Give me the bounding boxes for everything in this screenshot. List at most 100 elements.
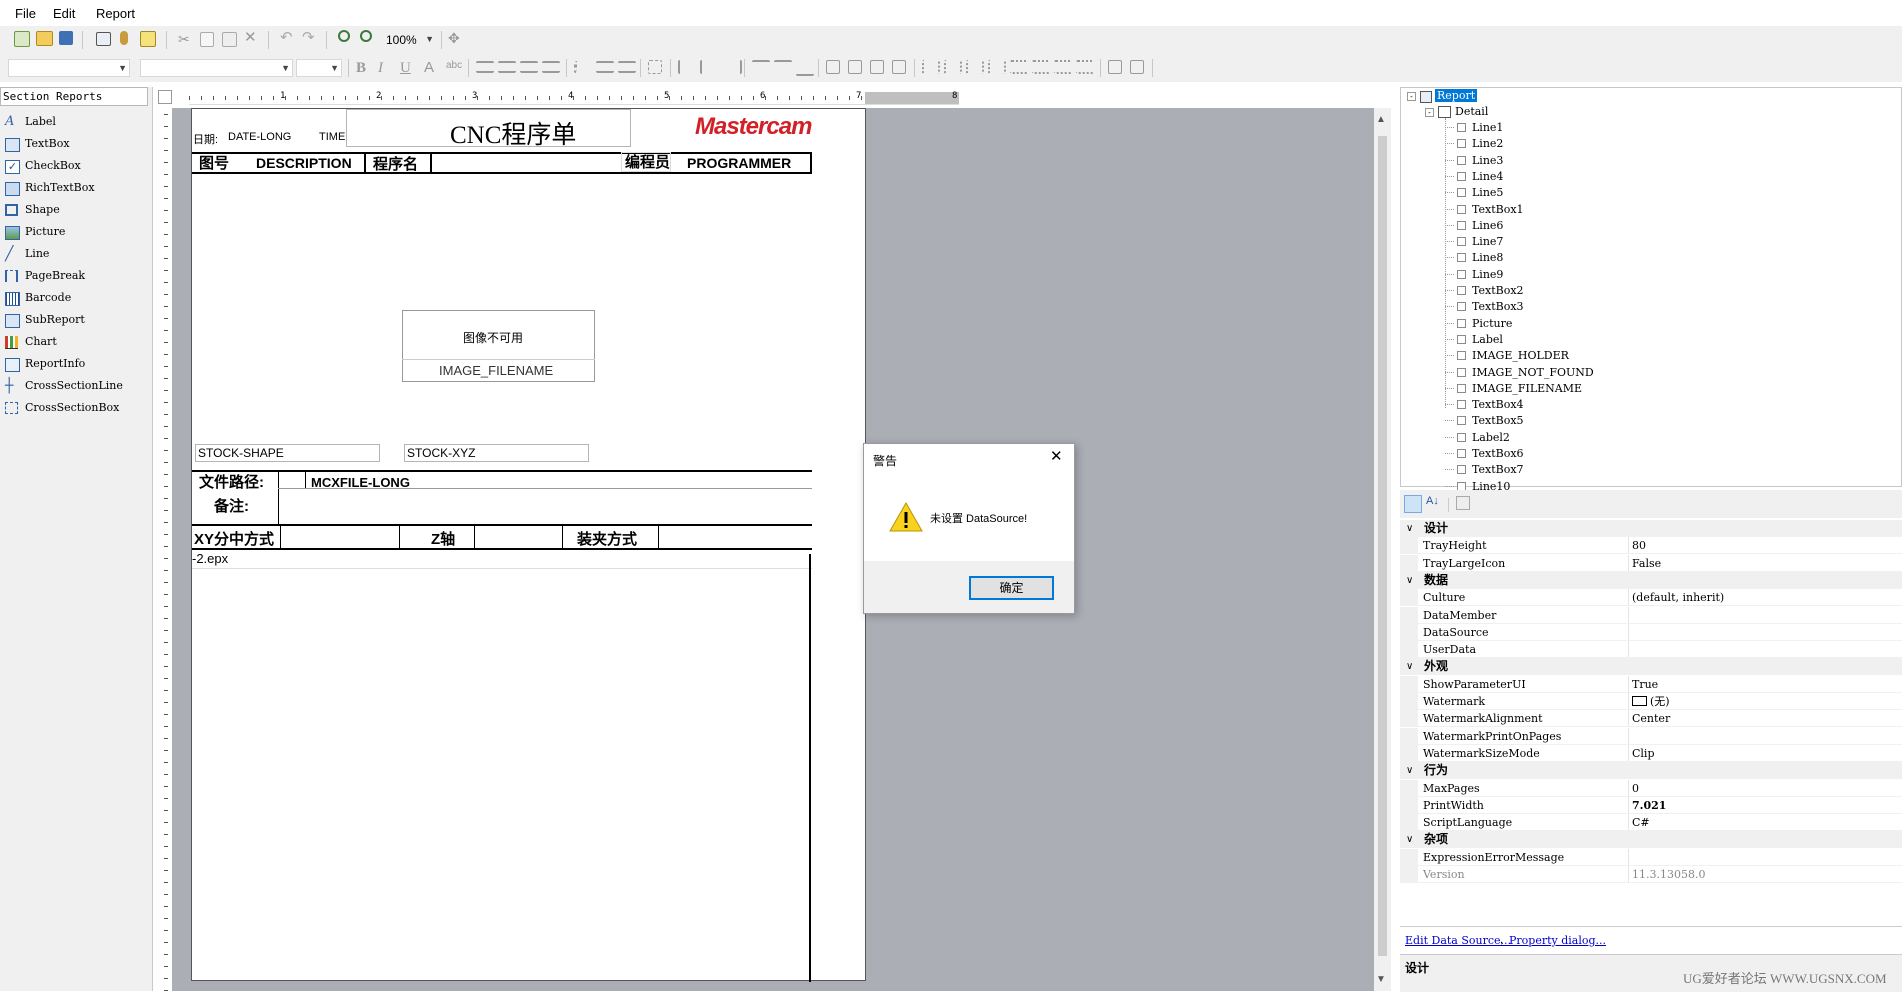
tool-chart[interactable]: Chart: [0, 332, 150, 352]
menu-report[interactable]: Report: [96, 6, 135, 21]
tool-subreport[interactable]: SubReport: [0, 310, 150, 330]
property-row[interactable]: TrayHeight 80: [1400, 537, 1902, 555]
align-lefts-icon[interactable]: [678, 60, 698, 74]
font-size-combo[interactable]: ▼: [296, 59, 342, 77]
tree-node-item[interactable]: IMAGE_FILENAME: [1472, 382, 1582, 395]
size-to-grid-icon[interactable]: [892, 60, 906, 74]
same-height-icon[interactable]: [848, 60, 862, 74]
decrease-spacing-icon[interactable]: [966, 60, 984, 74]
align-rights-icon[interactable]: [722, 60, 742, 74]
delete-icon[interactable]: ✕: [244, 30, 262, 48]
tree-node-item[interactable]: Line2: [1472, 137, 1503, 150]
close-icon[interactable]: ✕: [1050, 447, 1063, 465]
property-row[interactable]: Culture (default, inherit): [1400, 589, 1902, 607]
tree-node-item[interactable]: Line8: [1472, 251, 1503, 264]
bring-to-front-icon[interactable]: [1108, 60, 1122, 74]
property-row[interactable]: UserData: [1400, 641, 1902, 659]
tree-node-report[interactable]: Report: [1435, 89, 1478, 102]
tree-node-detail[interactable]: Detail: [1455, 105, 1488, 118]
canvas-scrollbar[interactable]: ▲ ▼: [1374, 108, 1391, 991]
property-row[interactable]: Watermark (无): [1400, 693, 1902, 710]
image-filename[interactable]: IMAGE_FILENAME: [439, 363, 553, 378]
tool-richtextbox[interactable]: RichTextBox: [0, 178, 150, 198]
line3[interactable]: [192, 470, 812, 472]
property-category[interactable]: ∨ 杂项: [1400, 831, 1902, 849]
line10[interactable]: [809, 554, 811, 982]
line-divider[interactable]: [810, 152, 812, 172]
report-title[interactable]: CNC程序单: [450, 115, 576, 151]
bullets-icon[interactable]: [574, 61, 592, 73]
chevron-down-icon[interactable]: ∨: [1406, 520, 1413, 537]
decrease-vspacing-icon[interactable]: [1054, 60, 1072, 74]
warning-dialog[interactable]: 警告 ✕ 未设置 DataSource! 确定: [863, 443, 1075, 614]
align-bottoms-icon[interactable]: [796, 60, 814, 76]
toolbox-header[interactable]: Section Reports: [0, 87, 148, 106]
clamp-label[interactable]: 装夹方式: [577, 528, 637, 549]
tool-crosssectionbox[interactable]: CrossSectionBox: [0, 398, 150, 418]
property-category[interactable]: ∨ 设计: [1400, 520, 1902, 537]
property-row[interactable]: Version 11.3.13058.0: [1400, 866, 1902, 883]
paste-icon[interactable]: [222, 32, 237, 47]
tool-shape[interactable]: Shape: [0, 200, 150, 220]
new-icon[interactable]: [14, 31, 30, 47]
z-axis-label[interactable]: Z轴: [431, 528, 455, 549]
property-value[interactable]: True: [1632, 676, 1658, 693]
ok-button[interactable]: 确定: [969, 576, 1054, 600]
detail-textbox[interactable]: -2.epx: [192, 551, 228, 566]
property-row[interactable]: WatermarkPrintOnPages: [1400, 727, 1902, 745]
tree-node-item[interactable]: Line1: [1472, 121, 1503, 134]
property-value[interactable]: False: [1632, 555, 1661, 572]
drawing-no-label[interactable]: 图号: [199, 152, 229, 173]
chevron-down-icon[interactable]: ∨: [1406, 658, 1413, 675]
line-divider[interactable]: [430, 152, 432, 172]
menu-edit[interactable]: Edit: [53, 6, 75, 21]
snap-grid-icon[interactable]: [648, 60, 662, 74]
remarks-label[interactable]: 备注:: [214, 495, 249, 516]
line1[interactable]: [192, 152, 812, 154]
scroll-thumb[interactable]: [1378, 136, 1387, 956]
property-value[interactable]: Center: [1632, 710, 1670, 727]
menu-file[interactable]: File: [15, 6, 36, 21]
zoom-combo[interactable]: 100% ▼: [381, 30, 437, 48]
line-divider[interactable]: [305, 472, 306, 488]
collapse-icon[interactable]: -: [1407, 92, 1416, 101]
property-row[interactable]: MaxPages 0: [1400, 779, 1902, 797]
programmer-label[interactable]: 编程员: [625, 151, 670, 172]
property-value[interactable]: Clip: [1632, 745, 1655, 762]
property-row[interactable]: DataMember: [1400, 606, 1902, 624]
line-divider[interactable]: [562, 524, 563, 550]
property-row[interactable]: WatermarkSizeMode Clip: [1400, 744, 1902, 762]
property-pages-icon[interactable]: [1456, 496, 1470, 510]
font-name-combo[interactable]: ▼: [140, 59, 293, 77]
categorized-icon[interactable]: [1404, 495, 1422, 513]
underline-icon[interactable]: U: [400, 59, 418, 77]
property-value[interactable]: C#: [1632, 814, 1650, 831]
line-divider[interactable]: [278, 470, 279, 524]
tree-node-item[interactable]: IMAGE_HOLDER: [1472, 349, 1569, 362]
image-not-found[interactable]: 图像不可用: [463, 329, 523, 346]
justify-icon[interactable]: [542, 61, 560, 73]
report-settings-icon[interactable]: [96, 32, 111, 46]
vertical-spacing-icon[interactable]: [1010, 60, 1028, 74]
tree-node-item[interactable]: Label2: [1472, 431, 1510, 444]
indent-icon[interactable]: [618, 61, 636, 73]
tree-node-item[interactable]: TextBox3: [1472, 300, 1524, 313]
tree-node-item[interactable]: TextBox4: [1472, 398, 1524, 411]
tool-textbox[interactable]: TextBox: [0, 134, 150, 154]
align-middles-icon[interactable]: [774, 60, 792, 76]
report-page[interactable]: 日期: DATE-LONG TIME CNC程序单 Mastercam 图号 D…: [191, 108, 866, 982]
tree-node-item[interactable]: IMAGE_NOT_FOUND: [1472, 366, 1594, 379]
align-center-icon[interactable]: [498, 61, 516, 73]
property-category[interactable]: ∨ 行为: [1400, 762, 1902, 780]
property-row[interactable]: DataSource: [1400, 623, 1902, 641]
tree-node-item[interactable]: Line5: [1472, 186, 1503, 199]
alphabetical-icon[interactable]: A↓: [1426, 495, 1439, 507]
open-icon[interactable]: [36, 31, 53, 46]
bold-icon[interactable]: B: [356, 59, 374, 77]
scroll-up-icon[interactable]: ▲: [1376, 114, 1386, 125]
style-combo[interactable]: ▼: [8, 59, 130, 77]
property-row[interactable]: ScriptLanguage C#: [1400, 814, 1902, 832]
font-color-icon[interactable]: A: [424, 59, 442, 77]
copy-icon[interactable]: [200, 32, 214, 47]
tool-checkbox[interactable]: ✓ CheckBox: [0, 156, 150, 176]
